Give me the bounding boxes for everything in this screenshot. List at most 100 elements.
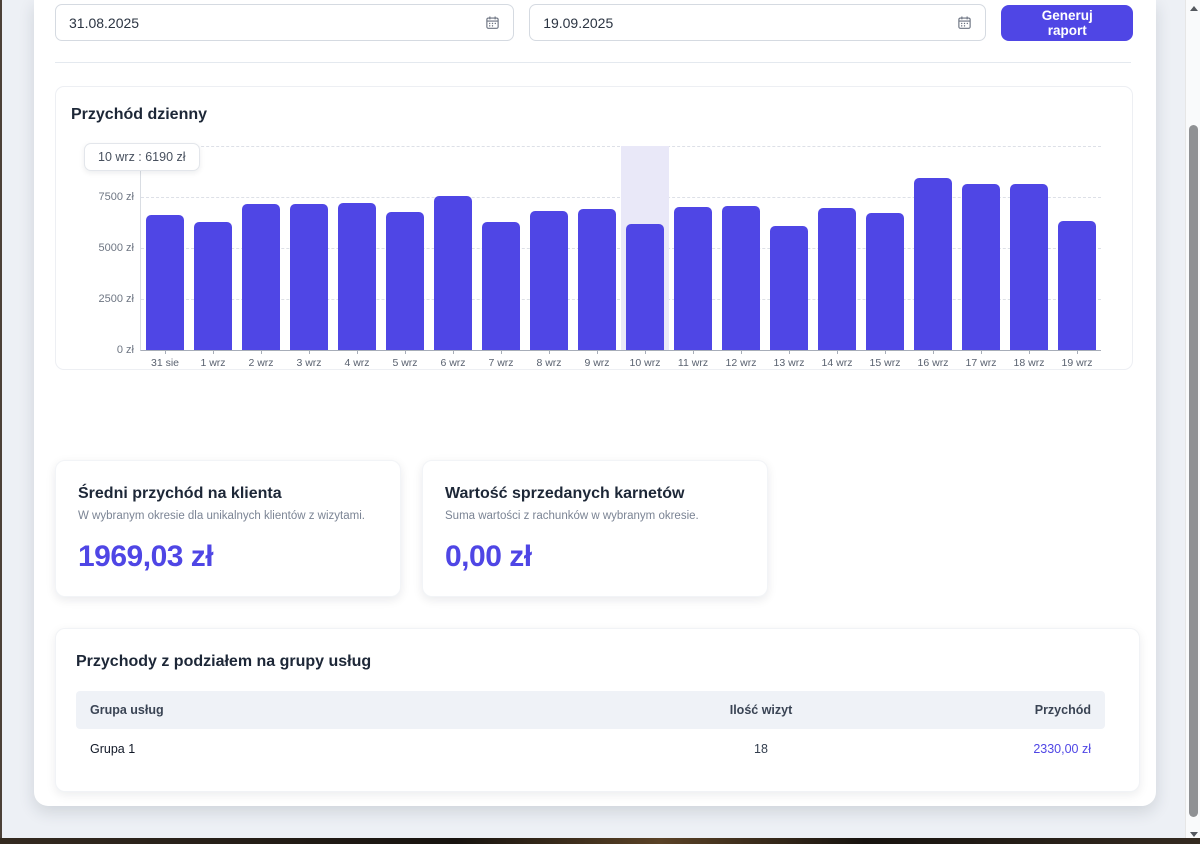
generate-report-button[interactable]: Generuj raport bbox=[1001, 5, 1133, 41]
x-tick-label: 8 wrz bbox=[536, 357, 561, 369]
bar[interactable] bbox=[386, 212, 424, 350]
stat-title: Średni przychód na klienta bbox=[78, 485, 378, 503]
stat-value: 1969,03 zł bbox=[78, 540, 378, 574]
bar-slot: 16 wrz bbox=[909, 146, 957, 350]
x-tick bbox=[261, 350, 262, 354]
passes-sold-value-card: Wartość sprzedanych karnetów Suma wartoś… bbox=[422, 460, 768, 597]
x-tick-label: 3 wrz bbox=[296, 357, 321, 369]
stat-subtitle: Suma wartości z rachunków w wybranym okr… bbox=[445, 510, 745, 522]
bar[interactable] bbox=[530, 211, 568, 350]
x-tick-label: 1 wrz bbox=[200, 357, 225, 369]
bar[interactable] bbox=[434, 196, 472, 350]
x-tick-label: 14 wrz bbox=[822, 357, 853, 369]
bar[interactable] bbox=[626, 224, 664, 350]
bar[interactable] bbox=[914, 178, 952, 350]
x-tick-label: 7 wrz bbox=[488, 357, 513, 369]
x-tick bbox=[309, 350, 310, 354]
x-tick-label: 19 wrz bbox=[1062, 357, 1093, 369]
bar-slot: 13 wrz bbox=[765, 146, 813, 350]
chart-title: Przychód dzienny bbox=[71, 106, 207, 124]
bar[interactable] bbox=[1010, 184, 1048, 350]
bar[interactable] bbox=[962, 184, 1000, 350]
bar[interactable] bbox=[818, 208, 856, 350]
bar[interactable] bbox=[242, 204, 280, 350]
bar[interactable] bbox=[866, 213, 904, 350]
x-tick-label: 6 wrz bbox=[440, 357, 465, 369]
bar-slot: 14 wrz bbox=[813, 146, 861, 350]
bar[interactable] bbox=[290, 204, 328, 350]
bar[interactable] bbox=[1058, 221, 1096, 350]
bar-slot: 12 wrz bbox=[717, 146, 765, 350]
bar[interactable] bbox=[482, 222, 520, 350]
bar-slot: 5 wrz bbox=[381, 146, 429, 350]
stat-title: Wartość sprzedanych karnetów bbox=[445, 485, 745, 503]
y-tick-label: 7500 zł bbox=[99, 191, 134, 203]
x-tick-label: 5 wrz bbox=[392, 357, 417, 369]
report-panel: 31.08.2025 19.09.2025 Generuj raport bbox=[34, 0, 1156, 806]
bar[interactable] bbox=[578, 209, 616, 350]
date-from-input[interactable]: 31.08.2025 bbox=[55, 4, 514, 41]
stat-cards-row: Średni przychód na klienta W wybranym ok… bbox=[55, 460, 768, 597]
calendar-icon[interactable] bbox=[957, 15, 972, 30]
section-divider bbox=[55, 62, 1131, 63]
bar-slot: 10 wrz bbox=[621, 146, 669, 350]
bar-slot: 2 wrz bbox=[237, 146, 285, 350]
x-tick bbox=[885, 350, 886, 354]
bar-slot: 11 wrz bbox=[669, 146, 717, 350]
daily-revenue-card: Przychód dzienny 0 zł2500 zł5000 zł7500 … bbox=[55, 86, 1133, 370]
y-tick-label: 2500 zł bbox=[99, 293, 134, 305]
col-header-visits: Ilość wizyt bbox=[651, 703, 871, 717]
bar-slot: 19 wrz bbox=[1053, 146, 1101, 350]
cell-visits: 18 bbox=[651, 742, 871, 756]
x-tick-label: 15 wrz bbox=[870, 357, 901, 369]
bar-slot: 15 wrz bbox=[861, 146, 909, 350]
bar-slot: 18 wrz bbox=[1005, 146, 1053, 350]
bar-slot: 1 wrz bbox=[189, 146, 237, 350]
x-tick bbox=[405, 350, 406, 354]
x-tick-label: 2 wrz bbox=[248, 357, 273, 369]
x-tick bbox=[597, 350, 598, 354]
x-tick bbox=[549, 350, 550, 354]
x-tick bbox=[789, 350, 790, 354]
col-header-group: Grupa usług bbox=[90, 703, 651, 717]
avg-revenue-per-client-card: Średni przychód na klienta W wybranym ok… bbox=[55, 460, 401, 597]
bar-slot: 8 wrz bbox=[525, 146, 573, 350]
date-to-input[interactable]: 19.09.2025 bbox=[529, 4, 986, 41]
x-tick bbox=[837, 350, 838, 354]
date-from-value: 31.08.2025 bbox=[69, 15, 139, 31]
x-tick-label: 9 wrz bbox=[584, 357, 609, 369]
x-tick-label: 13 wrz bbox=[774, 357, 805, 369]
x-tick bbox=[1077, 350, 1078, 354]
table-header: Grupa usług Ilość wizyt Przychód bbox=[76, 691, 1105, 729]
bar[interactable] bbox=[338, 203, 376, 350]
x-tick bbox=[357, 350, 358, 354]
scroll-up-icon[interactable] bbox=[1186, 0, 1200, 16]
date-to-value: 19.09.2025 bbox=[543, 15, 613, 31]
bar[interactable] bbox=[674, 207, 712, 350]
bar-slot: 31 sie bbox=[141, 146, 189, 350]
x-tick bbox=[1029, 350, 1030, 354]
revenue-by-service-group-card: Przychody z podziałem na grupy usług Gru… bbox=[55, 628, 1140, 792]
x-tick-label: 11 wrz bbox=[678, 357, 708, 369]
bar-slot: 7 wrz bbox=[477, 146, 525, 350]
scrollbar-thumb[interactable] bbox=[1189, 125, 1198, 817]
calendar-icon[interactable] bbox=[485, 15, 500, 30]
bar-slot: 6 wrz bbox=[429, 146, 477, 350]
col-header-revenue: Przychód bbox=[871, 703, 1091, 717]
bar[interactable] bbox=[722, 206, 760, 350]
bar-slot: 3 wrz bbox=[285, 146, 333, 350]
x-tick bbox=[933, 350, 934, 354]
window-bottom-edge bbox=[0, 838, 1200, 844]
x-tick bbox=[693, 350, 694, 354]
bar[interactable] bbox=[194, 222, 232, 350]
x-tick bbox=[213, 350, 214, 354]
vertical-scrollbar[interactable] bbox=[1185, 0, 1200, 844]
stat-value: 0,00 zł bbox=[445, 540, 745, 574]
x-tick bbox=[741, 350, 742, 354]
bar[interactable] bbox=[146, 215, 184, 350]
bar[interactable] bbox=[770, 226, 808, 350]
table-row[interactable]: Grupa 1 18 2330,00 zł bbox=[76, 729, 1105, 769]
x-tick bbox=[981, 350, 982, 354]
x-tick bbox=[645, 350, 646, 354]
x-tick-label: 10 wrz bbox=[630, 357, 661, 369]
